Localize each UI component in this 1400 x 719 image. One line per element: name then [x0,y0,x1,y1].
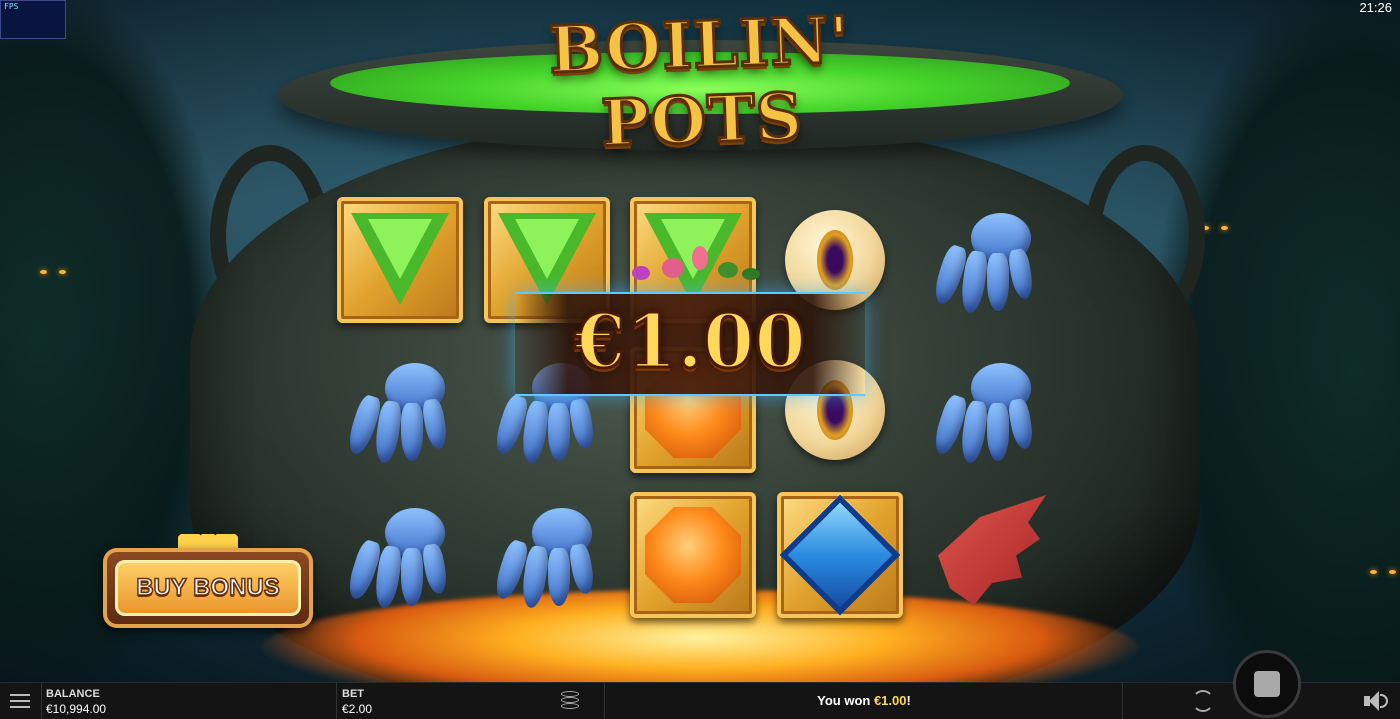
win-message: You won €1.00! [605,683,1123,719]
coins-icon[interactable] [561,691,579,711]
blue-gem-symbol [770,485,910,625]
buy-bonus-button[interactable]: BUY BONUS [103,534,313,628]
blue-claw-symbol [477,485,617,625]
stop-icon [1254,671,1280,697]
glowing-eyes-right [1368,568,1398,578]
fps-label: FPS [4,2,19,11]
menu-icon[interactable] [10,693,30,709]
divider [1122,683,1123,719]
green-gem-symbol [330,190,470,330]
win-message-prefix: You won [817,693,874,708]
red-wing-symbol [916,485,1056,625]
win-message-amount: €1.00 [873,693,907,708]
blue-claw-symbol [330,340,470,480]
buy-bonus-label: BUY BONUS [135,573,280,602]
spin-button[interactable] [1233,650,1301,718]
flower-decoration [622,240,772,296]
blue-claw-symbol [916,340,1056,480]
game-scene: BOILIN' POTS €1.00 BUY BONUS [0,0,1400,682]
game-logo: BOILIN' POTS [546,1,852,163]
blue-claw-symbol [916,190,1056,330]
sound-icon[interactable] [1364,691,1390,711]
balance-value: €10,994.00 [46,702,107,716]
bet-label: BET [342,688,364,700]
glowing-eyes-left [38,268,68,278]
bet-value[interactable]: €2.00 [342,702,372,716]
balance-label: BALANCE [46,688,100,700]
orange-gem-symbol [623,485,763,625]
win-amount: €1.00 [573,298,808,387]
divider [336,683,337,719]
divider [41,683,42,719]
fps-meter: FPS [0,0,66,39]
clock: 21:26 [1359,0,1392,15]
refresh-icon[interactable] [1192,690,1214,712]
win-message-suffix: ! [906,693,911,708]
blue-claw-symbol [330,485,470,625]
bottom-bar: BALANCE €10,994.00 BET €2.00 You won €1.… [0,682,1400,719]
